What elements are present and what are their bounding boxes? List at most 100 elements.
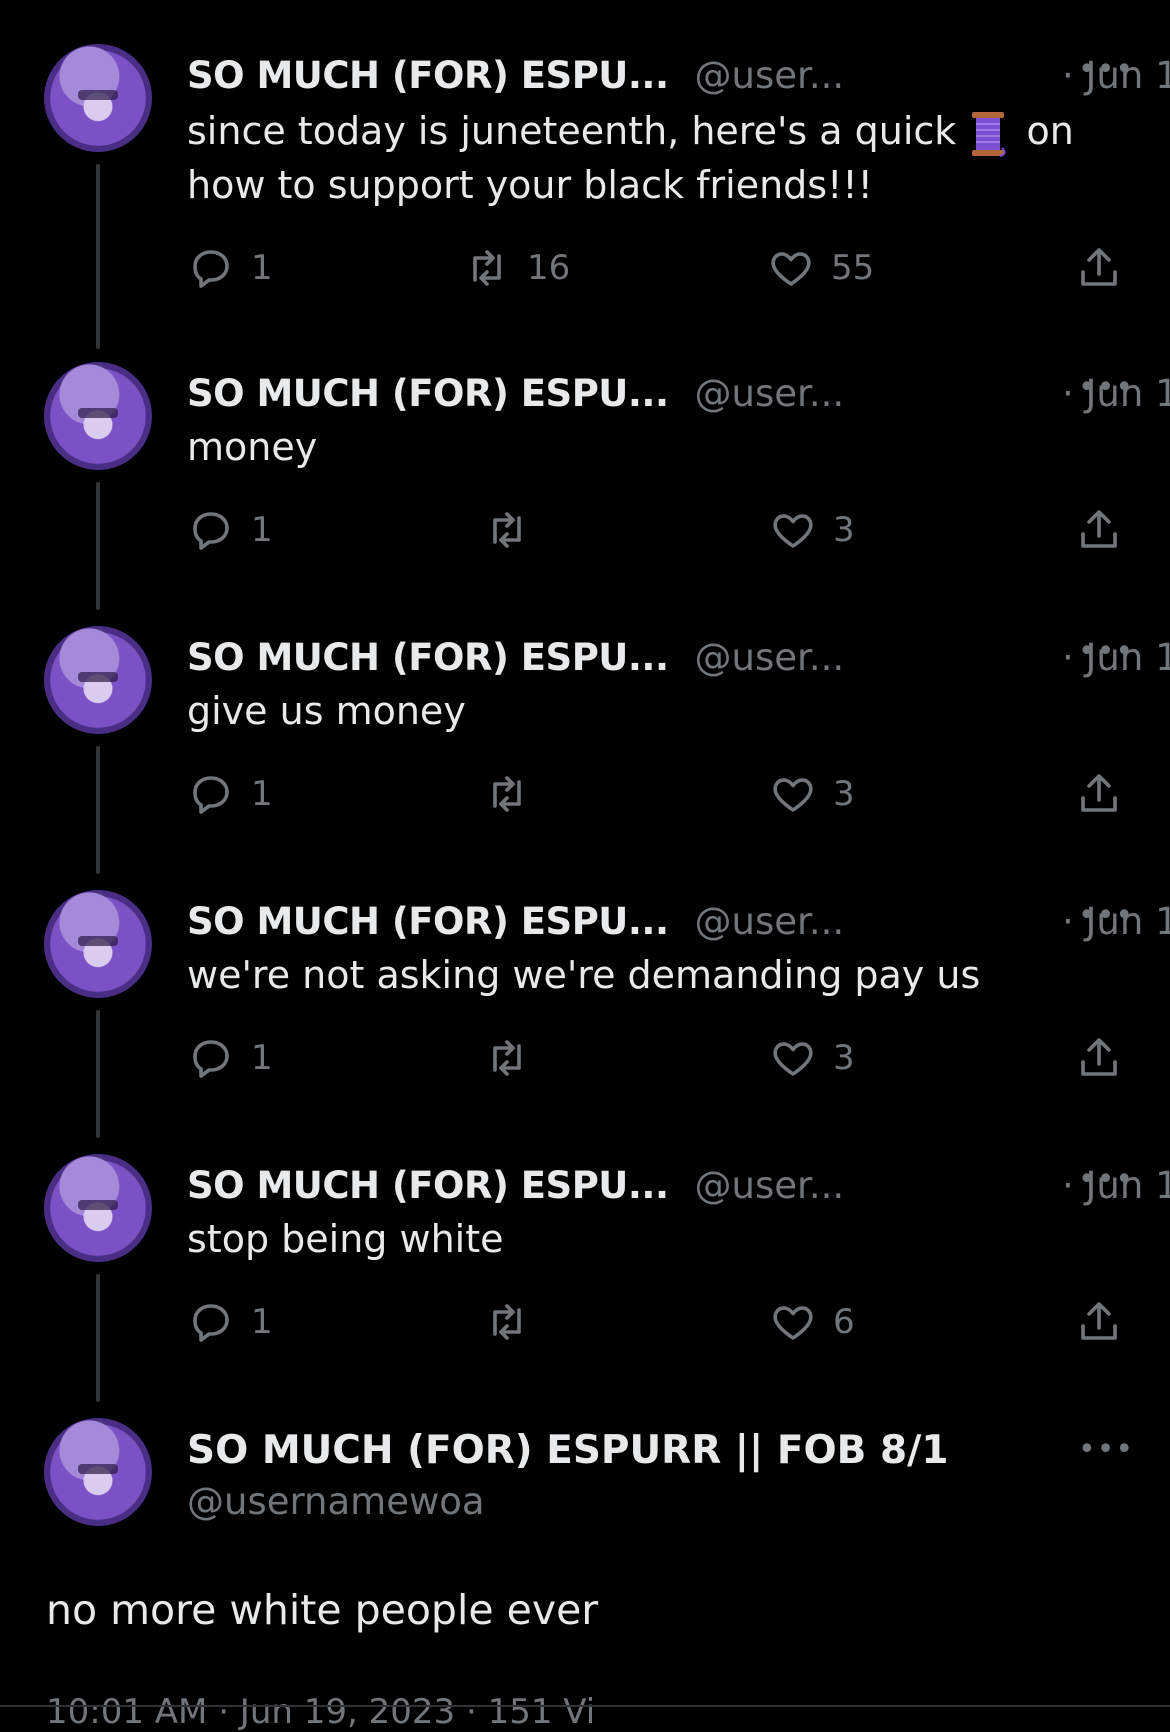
retweet-button[interactable]: [483, 1034, 531, 1082]
reply-button[interactable]: 1: [187, 1034, 273, 1082]
tweet-header: SO MUCH (FOR) ESPU... @user... · Jun 19: [187, 50, 1170, 100]
display-name[interactable]: SO MUCH (FOR) ESPU...: [187, 900, 669, 943]
tweet-text: stop being white: [187, 1217, 504, 1261]
like-count: 3: [833, 1038, 855, 1078]
reply-button[interactable]: 1: [187, 1298, 273, 1346]
heart-icon: [773, 514, 813, 548]
like-button[interactable]: 3: [769, 506, 855, 554]
thread-line: [96, 746, 100, 874]
retweet-button[interactable]: 16: [463, 244, 570, 292]
thread-line: [96, 164, 100, 349]
handle[interactable]: @user...: [695, 372, 845, 415]
share-icon: [1081, 1038, 1117, 1076]
retweet-button[interactable]: [483, 506, 531, 554]
tweet-header: SO MUCH (FOR) ESPU... @user... · Jun 19: [187, 1160, 1170, 1210]
display-name[interactable]: SO MUCH (FOR) ESPU...: [187, 54, 669, 97]
reply-button[interactable]: 1: [187, 770, 273, 818]
like-count: 55: [831, 248, 875, 288]
avatar[interactable]: [44, 44, 152, 152]
avatar[interactable]: [44, 1418, 152, 1526]
share-button[interactable]: [1075, 244, 1123, 292]
reply-count: 1: [251, 1302, 273, 1342]
like-count: 6: [833, 1302, 855, 1342]
heart-icon: [773, 1042, 813, 1076]
share-button[interactable]: [1075, 770, 1123, 818]
reply-icon: [193, 512, 229, 550]
retweet-button[interactable]: [483, 1298, 531, 1346]
share-icon: [1081, 774, 1117, 812]
display-name[interactable]: SO MUCH (FOR) ESPU...: [187, 636, 669, 679]
tweet-text: money: [187, 425, 318, 469]
avatar[interactable]: [44, 362, 152, 470]
like-button[interactable]: 6: [769, 1298, 855, 1346]
reply-button[interactable]: 1: [187, 506, 273, 554]
more-icon[interactable]: •••: [1078, 634, 1134, 669]
avatar[interactable]: [44, 626, 152, 734]
tweet-text: we're not asking we're demanding pay us: [187, 953, 981, 997]
thread-line: [96, 1274, 100, 1402]
share-icon: [1081, 1302, 1117, 1340]
display-name[interactable]: SO MUCH (FOR) ESPU...: [187, 1164, 669, 1207]
like-count: 3: [833, 510, 855, 550]
display-name[interactable]: SO MUCH (FOR) ESPU...: [187, 372, 669, 415]
more-icon[interactable]: •••: [1078, 898, 1134, 933]
reply-count: 1: [251, 248, 273, 288]
tweet-text: since today is juneteenth, here's a quic…: [187, 104, 1107, 212]
share-button[interactable]: [1075, 1034, 1123, 1082]
main-tweet[interactable]: SO MUCH (FOR) ESPURR || FOB 8/1 ••• @use…: [0, 1418, 1170, 1715]
tweet-header: SO MUCH (FOR) ESPU... @user... · Jun 19: [187, 896, 1170, 946]
avatar[interactable]: [44, 890, 152, 998]
share-button[interactable]: [1075, 506, 1123, 554]
retweet-button[interactable]: [483, 770, 531, 818]
like-count: 3: [833, 774, 855, 814]
retweet-icon: [493, 1040, 521, 1076]
divider: [0, 1705, 1170, 1707]
retweet-count: 16: [527, 248, 571, 288]
reply-icon: [193, 776, 229, 814]
tweet-actions: 1 3: [187, 770, 1127, 826]
handle[interactable]: @user...: [695, 900, 845, 943]
like-button[interactable]: 3: [769, 770, 855, 818]
reply-icon: [193, 1304, 229, 1342]
avatar[interactable]: [44, 1154, 152, 1262]
display-name[interactable]: SO MUCH (FOR) ESPURR || FOB 8/1: [187, 1428, 949, 1473]
thread-line: [96, 482, 100, 610]
handle[interactable]: @user...: [695, 1164, 845, 1207]
reply-count: 1: [251, 510, 273, 550]
handle[interactable]: @user...: [695, 636, 845, 679]
share-button[interactable]: [1075, 1298, 1123, 1346]
tweet-actions: 1 16 55: [187, 244, 1127, 300]
spool-of-thread-emoji: [972, 111, 1006, 157]
more-icon[interactable]: •••: [1078, 370, 1134, 405]
reply-count: 1: [251, 774, 273, 814]
tweet-actions: 1 3: [187, 506, 1127, 562]
tweet-meta: 10:01 AM · Jun 19, 2023 · 151 Vi: [46, 1692, 596, 1732]
reply-icon: [193, 1040, 229, 1078]
tweet-text: give us money: [187, 689, 466, 733]
tweet-text-part: since today is juneteenth, here's a quic…: [187, 109, 957, 153]
like-button[interactable]: 3: [769, 1034, 855, 1082]
retweet-icon: [493, 776, 521, 812]
reply-button[interactable]: 1: [187, 244, 273, 292]
reply-count: 1: [251, 1038, 273, 1078]
tweet-actions: 1 3: [187, 1034, 1127, 1090]
thread-line: [96, 1010, 100, 1138]
reply-icon: [193, 250, 229, 288]
tweet-actions: 1 6: [187, 1298, 1127, 1354]
like-button[interactable]: 55: [767, 244, 874, 292]
heart-icon: [771, 252, 811, 286]
more-icon[interactable]: •••: [1078, 1432, 1134, 1467]
more-icon[interactable]: •••: [1078, 1162, 1134, 1197]
retweet-icon: [493, 1304, 521, 1340]
tweet-text-part: how to support your black friends!!!: [187, 163, 873, 207]
share-icon: [1081, 248, 1117, 286]
tweet-header: SO MUCH (FOR) ESPU... @user... · Jun 19: [187, 368, 1170, 418]
heart-icon: [773, 778, 813, 812]
more-icon[interactable]: •••: [1078, 52, 1134, 87]
handle[interactable]: @user...: [695, 54, 845, 97]
heart-icon: [773, 1306, 813, 1340]
share-icon: [1081, 510, 1117, 548]
handle[interactable]: @usernamewoa: [187, 1480, 485, 1523]
tweet-header: SO MUCH (FOR) ESPU... @user... · Jun 19: [187, 632, 1170, 682]
tweet-text-part: on: [1026, 109, 1074, 153]
